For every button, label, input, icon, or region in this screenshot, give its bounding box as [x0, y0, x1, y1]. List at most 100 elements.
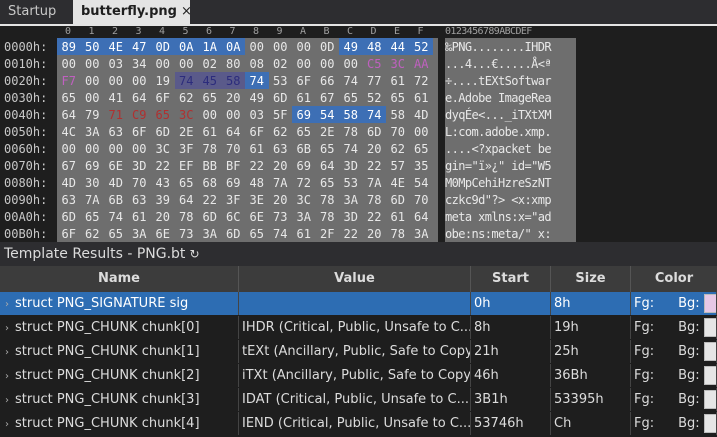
hex-byte[interactable]: 69 — [81, 157, 105, 175]
hex-byte[interactable]: 52 — [363, 89, 387, 107]
hex-byte[interactable]: 68 — [198, 174, 222, 192]
hex-ascii-row[interactable]: meta xmlns:x="ad — [445, 208, 576, 226]
hex-byte[interactable]: 62 — [81, 225, 105, 242]
hex-byte[interactable]: 6E — [104, 157, 128, 175]
hex-byte-row[interactable]: 6F 62 65 3A 6E 73 3A 6D 65 74 61 2F 22 20 78 3A — [57, 225, 438, 242]
hex-byte[interactable]: 02 — [198, 55, 222, 73]
hex-byte[interactable]: 67 — [57, 157, 81, 175]
hex-byte[interactable]: 00 — [292, 38, 316, 56]
hex-byte[interactable]: 35 — [410, 157, 434, 175]
hex-byte[interactable]: 00 — [104, 72, 128, 90]
hex-byte[interactable]: 74 — [174, 72, 198, 90]
hex-byte[interactable]: 4D — [57, 174, 81, 192]
hex-byte[interactable]: 00 — [128, 140, 152, 158]
hex-byte[interactable]: 6D — [269, 89, 293, 107]
hex-byte[interactable]: 69 — [292, 106, 316, 124]
hex-byte[interactable]: 70 — [128, 174, 152, 192]
hex-byte-row[interactable]: F7 00 00 00 19 74 45 58 74 53 6F 66 74 77 61 72 — [57, 72, 438, 90]
column-header-size[interactable]: Size — [551, 266, 631, 292]
hex-byte[interactable]: 73 — [269, 208, 293, 226]
hex-byte[interactable]: 30 — [81, 174, 105, 192]
hex-byte[interactable]: 65 — [81, 208, 105, 226]
hex-byte[interactable]: 00 — [81, 72, 105, 90]
hex-byte[interactable]: 65 — [316, 140, 340, 158]
hex-byte[interactable]: 65 — [151, 106, 175, 124]
hex-byte[interactable]: 63 — [57, 191, 81, 209]
hex-byte[interactable]: 20 — [222, 89, 246, 107]
hex-byte[interactable]: 0A — [221, 38, 245, 56]
hex-byte[interactable]: 63 — [269, 140, 293, 158]
hex-byte[interactable]: 65 — [198, 89, 222, 107]
color-swatch[interactable] — [703, 390, 716, 409]
hex-byte-row[interactable]: 00 00 00 00 3C 3F 78 70 61 63 6B 65 74 20 62 65 — [57, 140, 438, 158]
hex-byte[interactable]: 62 — [386, 140, 410, 158]
hex-byte[interactable]: 3F — [175, 140, 199, 158]
hex-byte[interactable]: 6D — [222, 225, 246, 242]
hex-ascii-row[interactable]: ‰PNG........IHDR — [445, 38, 576, 56]
hex-byte-row[interactable]: 63 7A 6B 63 39 64 22 3F 3E 20 3C 78 3A 78 6D 70 — [57, 191, 438, 209]
hex-byte[interactable]: 69 — [292, 157, 316, 175]
expand-arrow-icon[interactable]: › — [5, 323, 9, 334]
hex-byte[interactable]: EF — [175, 157, 199, 175]
hex-byte[interactable]: 64 — [316, 157, 340, 175]
hex-byte[interactable]: 3A — [410, 225, 434, 242]
hex-byte[interactable]: 3D — [339, 208, 363, 226]
hex-ascii-row[interactable]: ÷....tEXtSoftwar — [445, 72, 576, 90]
hex-byte[interactable]: 80 — [222, 55, 246, 73]
hex-byte[interactable]: 78 — [198, 140, 222, 158]
hex-byte[interactable]: 3A — [198, 225, 222, 242]
hex-byte[interactable]: 72 — [410, 72, 434, 90]
hex-byte[interactable]: 65 — [57, 89, 81, 107]
hex-byte[interactable]: 74 — [245, 72, 269, 90]
hex-byte[interactable]: 7A — [81, 191, 105, 209]
hex-byte[interactable]: 20 — [363, 140, 387, 158]
hex-byte[interactable]: 78 — [316, 191, 340, 209]
hex-byte[interactable]: 34 — [128, 55, 152, 73]
hex-ascii-row[interactable]: M0MpCehiHzreSzNT — [445, 174, 576, 192]
hex-byte[interactable]: 54 — [315, 106, 339, 124]
hex-byte[interactable]: 3C — [175, 106, 199, 124]
hex-byte[interactable]: 22 — [198, 191, 222, 209]
hex-byte[interactable]: 6D — [198, 208, 222, 226]
hex-byte[interactable]: 65 — [104, 225, 128, 242]
hex-byte[interactable]: 22 — [363, 157, 387, 175]
hex-byte[interactable]: 6B — [104, 191, 128, 209]
hex-byte[interactable]: 61 — [292, 225, 316, 242]
hex-byte[interactable]: 4E — [386, 174, 410, 192]
hex-ascii-row[interactable]: czkc9d"?> <x:xmp — [445, 191, 576, 209]
hex-byte[interactable]: 61 — [386, 208, 410, 226]
hex-byte[interactable]: C5 — [363, 55, 387, 73]
column-header-color[interactable]: Color — [631, 266, 717, 292]
hex-byte[interactable]: 00 — [316, 55, 340, 73]
hex-byte[interactable]: 22 — [339, 225, 363, 242]
expand-arrow-icon[interactable]: › — [5, 395, 9, 406]
hex-byte-row[interactable]: 89 50 4E 47 0D 0A 1A 0A 00 00 00 0D 49 48 44 52 — [57, 38, 438, 56]
hex-byte[interactable]: 65 — [245, 225, 269, 242]
color-swatch[interactable] — [703, 318, 716, 337]
hex-byte[interactable]: 73 — [175, 225, 199, 242]
hex-byte[interactable]: 6E — [151, 225, 175, 242]
hex-byte[interactable]: 63 — [104, 123, 128, 141]
close-icon[interactable]: × — [181, 4, 192, 19]
hex-byte[interactable]: 20 — [269, 157, 293, 175]
expand-arrow-icon[interactable]: › — [5, 299, 9, 310]
hex-byte[interactable]: 71 — [104, 106, 128, 124]
hex-ascii-row[interactable]: e.Adobe ImageRea — [445, 89, 576, 107]
hex-byte[interactable]: 6D — [151, 123, 175, 141]
column-header-start[interactable]: Start — [471, 266, 551, 292]
hex-ascii-row[interactable]: ....<?xpacket be — [445, 140, 576, 158]
tab-startup[interactable]: Startup — [0, 0, 72, 24]
hex-byte[interactable]: 00 — [57, 140, 81, 158]
hex-byte[interactable]: 0D — [316, 38, 340, 56]
hex-byte[interactable]: 77 — [363, 72, 387, 90]
hex-byte[interactable]: 3A — [128, 225, 152, 242]
hex-byte[interactable]: 08 — [245, 55, 269, 73]
hex-byte[interactable]: 45 — [198, 72, 222, 90]
hex-byte[interactable]: 3D — [128, 157, 152, 175]
hex-byte[interactable]: 03 — [104, 55, 128, 73]
hex-byte-row[interactable]: 67 69 6E 3D 22 EF BB BF 22 20 69 64 3D 22 57 35 — [57, 157, 438, 175]
hex-byte[interactable]: 66 — [316, 72, 340, 90]
hex-byte[interactable]: 22 — [245, 157, 269, 175]
hex-byte[interactable]: 65 — [316, 174, 340, 192]
hex-byte[interactable]: 64 — [128, 89, 152, 107]
